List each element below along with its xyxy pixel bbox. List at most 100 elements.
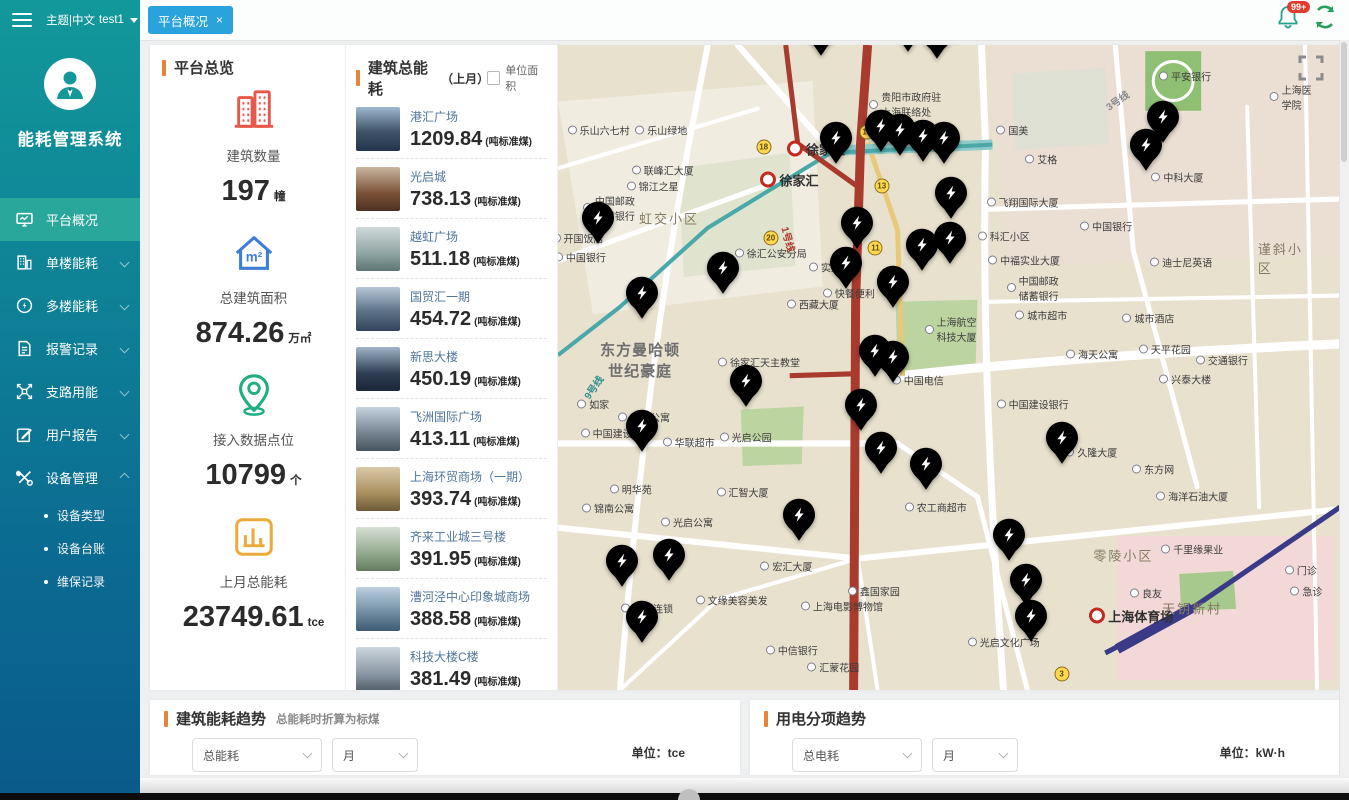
sidebar-item[interactable]: 用户报告 [0, 413, 140, 456]
energy-map-marker[interactable] [804, 45, 838, 56]
building-list-item[interactable]: 齐来工业城三号楼 391.95 (吨标准煤) [356, 519, 547, 579]
sidebar-subitem-label: 设备台账 [57, 542, 106, 556]
sidebar-subitem-label: 维保记录 [57, 575, 106, 589]
energy-map-marker[interactable] [625, 408, 659, 452]
sidebar-item[interactable]: 支路用能 [0, 370, 140, 413]
sidebar-header: 主题|中文 test1 [0, 0, 140, 40]
building-list-item[interactable]: 港汇广场 1209.84 (吨标准煤) [356, 99, 547, 159]
unit-area-checkbox-wrap[interactable]: 单位面积 [486, 62, 547, 94]
energy-type-select[interactable]: 总能耗 [192, 738, 322, 772]
energy-map-marker[interactable] [625, 599, 659, 643]
energy-map-marker[interactable] [934, 176, 968, 220]
notifications-button[interactable]: 99+ [1277, 1, 1311, 34]
energy-map-marker[interactable] [844, 388, 878, 432]
building-list-item[interactable]: 科技大楼C楼 381.49 (吨标准煤) [356, 639, 547, 690]
period-select[interactable]: 月 [932, 738, 1018, 772]
electricity-type-select[interactable]: 总电耗 [792, 738, 922, 772]
lightning-pin-icon [992, 517, 1026, 561]
stat-icon [231, 88, 277, 139]
scrollbar[interactable] [1339, 40, 1349, 777]
menu-toggle-icon[interactable] [12, 13, 32, 27]
sidebar-subitem[interactable]: 设备台账 [0, 532, 140, 565]
sidebar-item[interactable]: 单楼能耗 [0, 241, 140, 284]
tab-platform-overview[interactable]: 平台概况 × [148, 6, 234, 34]
bottom-strip [140, 777, 1349, 794]
building-list-item[interactable]: 国贸汇一期 454.72 (吨标准煤) [356, 279, 547, 339]
stat-value: 10799 个 [205, 459, 302, 491]
energy-map-marker[interactable] [840, 205, 874, 249]
building-energy-value: 413.11 (吨标准煤) [410, 427, 520, 450]
sidebar-item[interactable]: 报警记录 [0, 327, 140, 370]
building-energy-unit: (吨标准煤) [474, 376, 521, 388]
energy-map-marker[interactable] [706, 251, 740, 295]
energy-map-marker[interactable] [864, 431, 898, 475]
lightning-pin-icon [840, 205, 874, 249]
energy-map-marker[interactable] [652, 538, 686, 582]
energy-map-marker[interactable] [625, 276, 659, 320]
sidebar-nav: 平台概况 单楼能耗 多楼能耗 报警记录 支路用能 用户报告 设备管理 设备类型 … [0, 198, 140, 598]
refresh-button[interactable] [1313, 5, 1337, 34]
stat-label: 总建筑面积 [219, 291, 288, 306]
building-list-item[interactable]: 新思大楼 450.19 (吨标准煤) [356, 339, 547, 399]
building-name: 漕河泾中心印象城商场 [410, 589, 531, 604]
theme-language-selector[interactable]: 主题|中文 test1 [46, 12, 138, 28]
bottom-bar [0, 793, 1349, 800]
lightning-pin-icon [804, 45, 838, 56]
chevron-down-icon [129, 17, 138, 23]
map-fullscreen-button[interactable] [1298, 55, 1324, 81]
building-list-item[interactable]: 越虹广场 511.18 (吨标准煤) [356, 219, 547, 279]
energy-map-marker[interactable] [927, 121, 961, 165]
sidebar-item[interactable]: 多楼能耗 [0, 284, 140, 327]
energy-map-marker[interactable] [920, 45, 954, 60]
metro-station-marker[interactable]: 13 [874, 178, 890, 194]
building-energy-value: 381.49 (吨标准煤) [410, 667, 521, 690]
lightning-pin-icon [927, 121, 961, 165]
chevron-down-icon [998, 748, 1009, 759]
energy-map-marker[interactable] [581, 201, 615, 245]
tab-close-icon[interactable]: × [216, 13, 223, 27]
lightning-pin-icon [909, 447, 943, 491]
energy-map-marker[interactable] [992, 517, 1026, 561]
energy-map-marker[interactable] [819, 121, 853, 165]
energy-map-marker[interactable] [909, 447, 943, 491]
app-title: 能耗管理系统 [17, 131, 123, 149]
building-name: 港汇广场 [410, 109, 459, 124]
building-energy-trend-panel: 建筑能耗趋势 总能耗时折算为标煤 总能耗 月 单位：tce [150, 700, 740, 775]
metro-station-marker[interactable]: 18 [756, 139, 772, 155]
sidebar-item[interactable]: 设备管理 [0, 456, 140, 499]
energy-map-marker[interactable] [782, 498, 816, 542]
stat-icon [231, 372, 277, 423]
sidebar-subitem[interactable]: 设备类型 [0, 499, 140, 532]
energy-map-marker[interactable] [729, 363, 763, 407]
building-list-item[interactable]: 飞洲国际广场 413.11 (吨标准煤) [356, 399, 547, 459]
chevron-icon [119, 257, 130, 268]
energy-map-marker[interactable] [605, 543, 639, 587]
energy-map-marker[interactable] [829, 245, 863, 289]
building-photo [356, 227, 400, 271]
period-select[interactable]: 月 [332, 738, 418, 772]
energy-map-marker[interactable] [1129, 128, 1163, 172]
building-list-item[interactable]: 漕河泾中心印象城商场 388.58 (吨标准煤) [356, 579, 547, 639]
sidebar-item-icon [16, 211, 33, 228]
building-name: 飞洲国际广场 [410, 409, 483, 424]
energy-map-marker[interactable] [876, 339, 910, 383]
metro-station-marker[interactable]: 3 [1054, 666, 1070, 682]
map-view[interactable]: 乐山六七村 乐山绿地 联峰汇大厦 锦江之星 中国邮政 储蓄银行 虹交小区 开国饭店 中国银行徐… [558, 45, 1340, 690]
scrollbar-thumb[interactable] [1341, 42, 1347, 162]
metro-station-marker[interactable]: 20 [763, 230, 779, 246]
unit-area-checkbox[interactable] [486, 71, 501, 85]
building-list-item[interactable]: 上海环贸商场（一期） 393.74 (吨标准煤) [356, 459, 547, 519]
building-energy-unit: (吨标准煤) [474, 196, 521, 208]
sidebar-item[interactable]: 平台概况 [0, 198, 140, 241]
energy-map-marker[interactable] [876, 265, 910, 309]
energy-map-marker[interactable] [1014, 599, 1048, 643]
tab-bar: 平台概况 × 99+ [140, 0, 1349, 41]
building-name: 越虹广场 [410, 229, 459, 244]
sidebar-subitem[interactable]: 维保记录 [0, 565, 140, 598]
chevron-icon [119, 429, 130, 440]
building-photo [356, 467, 400, 511]
building-photo [356, 347, 400, 391]
building-list-item[interactable]: 光启城 738.13 (吨标准煤) [356, 159, 547, 219]
sidebar-item-label: 报警记录 [46, 342, 99, 357]
energy-map-marker[interactable] [1045, 421, 1079, 465]
